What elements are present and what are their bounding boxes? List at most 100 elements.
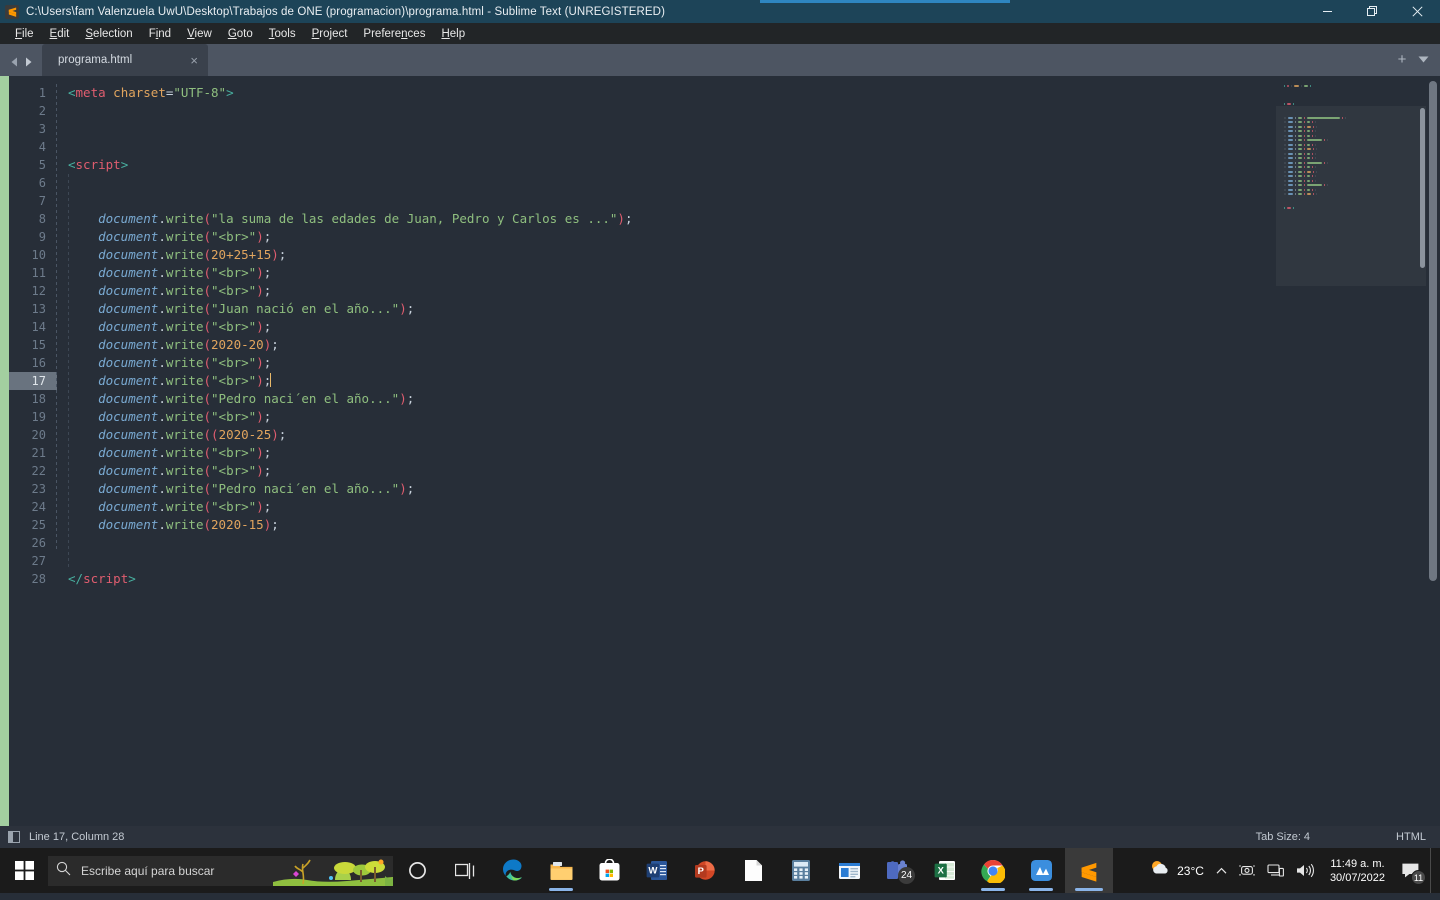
code-line[interactable] xyxy=(68,192,1440,210)
search-input[interactable]: Escribe aquí para buscar xyxy=(48,855,393,886)
minimap-viewport[interactable] xyxy=(1276,106,1426,286)
title-accent-stripe xyxy=(760,0,1010,3)
code-line[interactable]: document.write("<br>"); xyxy=(68,498,1440,516)
task-view-icon[interactable] xyxy=(441,848,489,893)
token-dot: . xyxy=(158,211,166,226)
code-line[interactable] xyxy=(68,552,1440,570)
cortana-icon[interactable] xyxy=(393,848,441,893)
token-str: "Pedro naci´en el año..." xyxy=(211,481,400,496)
volume-icon[interactable] xyxy=(1290,848,1320,893)
scrollbar-thumb[interactable] xyxy=(1429,81,1437,581)
menu-item-edit[interactable]: Edit xyxy=(42,26,78,42)
code-area[interactable]: <meta charset="UTF-8"> <script> document.… xyxy=(57,76,1440,826)
menu-item-project[interactable]: Project xyxy=(304,26,356,42)
code-line[interactable]: </script> xyxy=(68,570,1440,588)
menu-item-file[interactable]: File xyxy=(7,26,42,42)
code-line[interactable]: document.write(20+25+15); xyxy=(68,246,1440,264)
menu-item-help[interactable]: Help xyxy=(433,26,473,42)
arrow-right-icon[interactable] xyxy=(24,57,33,67)
code-line[interactable]: document.write("la suma de las edades de… xyxy=(68,210,1440,228)
sidebar-toggle-icon[interactable] xyxy=(8,831,20,843)
minimap-token xyxy=(1288,152,1294,155)
minimap-scrollbar[interactable] xyxy=(1420,108,1425,268)
vertical-scrollbar[interactable] xyxy=(1426,76,1440,826)
code-line[interactable] xyxy=(68,174,1440,192)
clock[interactable]: 11:49 a. m. 30/07/2022 xyxy=(1320,857,1395,885)
microsoft-excel-icon[interactable]: X xyxy=(921,848,969,893)
token-paren: ) xyxy=(399,391,407,406)
token-punc xyxy=(68,247,98,262)
token-str: "<br>" xyxy=(211,283,257,298)
code-line[interactable]: <script> xyxy=(68,156,1440,174)
microsoft-edge-icon[interactable] xyxy=(489,848,537,893)
menu-item-tools[interactable]: Tools xyxy=(261,26,304,42)
microsoft-store-icon[interactable] xyxy=(585,848,633,893)
code-editor[interactable]: 1 2 3 4 5 6 7 8 9 10 11 12 13 14 15 16 17 18 19 20 21 22 23 24 2… xyxy=(0,76,1440,826)
new-tab-button[interactable]: + xyxy=(1393,50,1411,68)
code-line[interactable]: document.write("<br>"); xyxy=(68,228,1440,246)
show-desktop-button[interactable] xyxy=(1430,848,1436,893)
teams-icon[interactable]: 24 xyxy=(873,848,921,893)
line-number: 27 xyxy=(31,554,46,568)
minimap-token xyxy=(1313,170,1315,173)
code-line[interactable]: document.write(2020-20); xyxy=(68,336,1440,354)
code-line[interactable]: document.write("<br>"); xyxy=(68,264,1440,282)
calculator-icon[interactable] xyxy=(777,848,825,893)
syntax-mode[interactable]: HTML xyxy=(1396,831,1426,843)
token-paren: ( xyxy=(203,355,212,370)
arrow-left-icon[interactable] xyxy=(10,57,19,67)
sublime-text-icon[interactable] xyxy=(1065,848,1113,893)
token-paren: ) xyxy=(256,463,264,478)
code-line[interactable] xyxy=(68,102,1440,120)
code-line[interactable]: document.write("<br>"); xyxy=(68,372,1440,390)
network-icon[interactable] xyxy=(1261,848,1290,893)
microsoft-word-icon[interactable]: W xyxy=(633,848,681,893)
code-line[interactable]: document.write("<br>"); xyxy=(68,462,1440,480)
atlas-app-icon[interactable] xyxy=(1017,848,1065,893)
restore-icon[interactable] xyxy=(1350,0,1395,23)
code-line[interactable]: document.write("<br>"); xyxy=(68,354,1440,372)
minimize-icon[interactable] xyxy=(1305,0,1350,23)
file-explorer-icon[interactable] xyxy=(537,848,585,893)
tab-size-setting[interactable]: Tab Size: 4 xyxy=(1256,831,1310,843)
notepad-icon[interactable] xyxy=(729,848,777,893)
code-line[interactable]: document.write(2020-15); xyxy=(68,516,1440,534)
token-obj: document xyxy=(98,301,159,316)
menu-item-view[interactable]: View xyxy=(179,26,220,42)
menu-item-goto[interactable]: Goto xyxy=(220,26,261,42)
code-line[interactable]: document.write("Juan nació en el año..."… xyxy=(68,300,1440,318)
code-line[interactable]: document.write("Pedro naci´en el año..."… xyxy=(68,480,1440,498)
minimap[interactable] xyxy=(1276,76,1426,826)
code-line[interactable]: document.write("<br>"); xyxy=(68,408,1440,426)
token-fn: write xyxy=(165,427,204,442)
menu-item-preferences[interactable]: Preferences xyxy=(355,26,433,42)
code-line[interactable]: <meta charset="UTF-8"> xyxy=(68,84,1440,102)
chevron-down-icon[interactable] xyxy=(1414,50,1432,68)
microsoft-powerpoint-icon[interactable]: P xyxy=(681,848,729,893)
chevron-up-icon[interactable] xyxy=(1210,848,1233,893)
menu-item-find[interactable]: Find xyxy=(141,26,179,42)
close-icon[interactable] xyxy=(1395,0,1440,23)
close-icon[interactable]: × xyxy=(168,54,198,67)
code-line[interactable]: document.write("<br>"); xyxy=(68,444,1440,462)
code-line[interactable] xyxy=(68,534,1440,552)
windows-start-icon[interactable] xyxy=(0,848,48,893)
token-obj: document xyxy=(98,319,159,334)
minimap-token xyxy=(1303,121,1305,124)
code-line[interactable]: document.write("Pedro naci´en el año..."… xyxy=(68,390,1440,408)
news-icon[interactable] xyxy=(825,848,873,893)
line-number: 10 xyxy=(31,248,46,262)
code-line[interactable]: document.write("<br>"); xyxy=(68,282,1440,300)
weather-widget[interactable]: 23°C xyxy=(1143,848,1210,893)
tab-programa-html[interactable]: programa.html × xyxy=(42,44,208,76)
google-chrome-icon[interactable] xyxy=(969,848,1017,893)
menu-item-selection[interactable]: Selection xyxy=(77,26,140,42)
camera-icon[interactable] xyxy=(1233,848,1261,893)
token-fn: write xyxy=(165,337,204,352)
code-line[interactable] xyxy=(68,138,1440,156)
code-line[interactable]: document.write("<br>"); xyxy=(68,318,1440,336)
code-line[interactable] xyxy=(68,120,1440,138)
windows-taskbar: Escribe aquí para buscar W P 24 X 23°C 1… xyxy=(0,848,1440,893)
notification-icon[interactable]: 11 xyxy=(1395,848,1430,893)
code-line[interactable]: document.write((2020-25); xyxy=(68,426,1440,444)
